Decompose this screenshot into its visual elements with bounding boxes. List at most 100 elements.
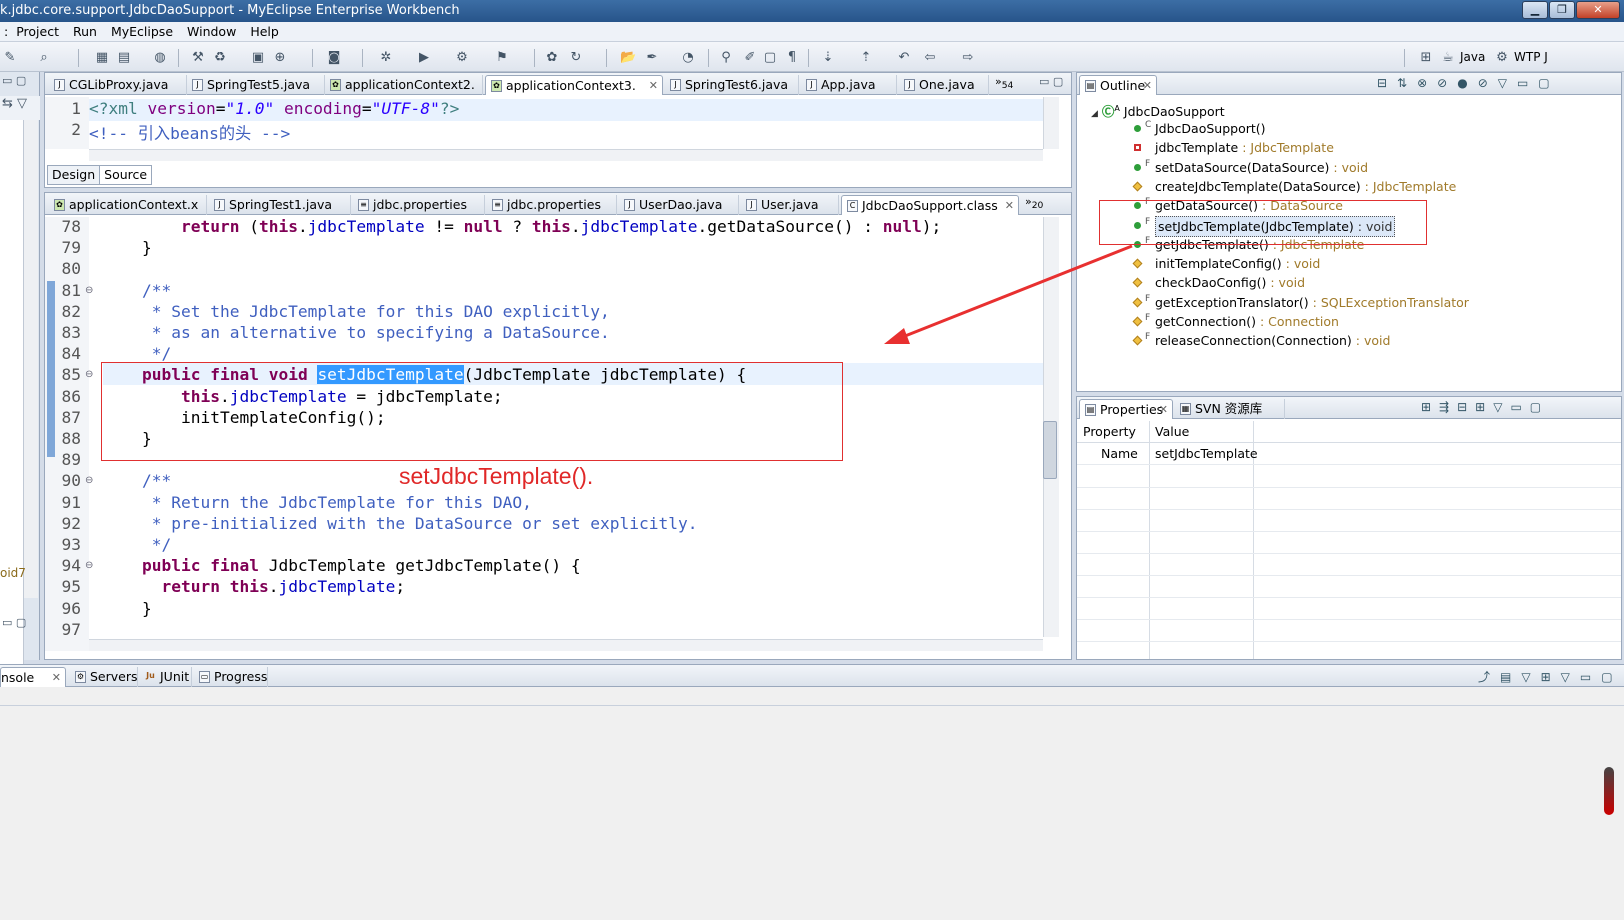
design-tab[interactable]: Design	[47, 165, 100, 185]
block-icon[interactable]: ▢	[762, 50, 778, 66]
left-scrollbar[interactable]	[24, 120, 38, 598]
menu-myeclipse[interactable]: MyEclipse	[111, 24, 173, 39]
server-icon[interactable]: ▤	[116, 50, 132, 66]
code-line[interactable]: return this.jdbcTemplate;	[103, 577, 405, 596]
toggle-icon[interactable]: ¶	[784, 50, 800, 66]
last-edit-icon[interactable]: ↶	[896, 50, 912, 66]
xml-vscroll[interactable]	[1043, 97, 1059, 149]
fold-toggle-icon[interactable]: ⊖	[85, 369, 93, 380]
tab-jdbc-properties-2[interactable]: ≡ jdbc.properties	[487, 195, 617, 215]
code-line[interactable]: /**	[103, 281, 171, 300]
tab-junit[interactable]: Ju JUnit	[140, 667, 192, 687]
code-line[interactable]: */	[103, 535, 172, 554]
refresh-icon[interactable]: ↻	[568, 50, 584, 66]
new-wizard-icon[interactable]: ✎	[2, 50, 18, 66]
perspective-wtp[interactable]: WTP J	[1514, 50, 1548, 64]
outline-item[interactable]: FsetDataSource(DataSource) : void	[1077, 158, 1607, 177]
restore-icon[interactable]: ▭ ▢	[2, 616, 38, 632]
fold-toggle-icon[interactable]: ⊖	[85, 560, 93, 571]
outline-item[interactable]: initTemplateConfig() : void	[1077, 254, 1607, 273]
code-line[interactable]: * Return the JdbcTemplate for this DAO,	[103, 493, 532, 512]
tab-progress[interactable]: ▭ Progress	[194, 667, 268, 687]
tab-cglibproxy[interactable]: J CGLibProxy.java	[49, 75, 187, 95]
outline-toolbar-icons[interactable]: ⊟⇅⊗⊘●⊘▽▭▢	[1377, 76, 1560, 90]
code-line[interactable]: return (this.jdbcTemplate != null ? this…	[103, 217, 941, 236]
tab-servers[interactable]: ⚙ Servers	[70, 667, 138, 687]
tab-overflow[interactable]: »20	[1025, 195, 1043, 211]
outline-item[interactable]: FgetExceptionTranslator() : SQLException…	[1077, 293, 1607, 312]
run-config-icon[interactable]: ⚙	[454, 50, 470, 66]
menu-run[interactable]: Run	[73, 24, 97, 39]
tab-app[interactable]: J App.java	[801, 75, 897, 95]
close-button[interactable]: ✕	[1576, 1, 1620, 19]
tab-applicationcontext[interactable]: ✿ applicationContext.x	[49, 195, 207, 215]
outline-item[interactable]: FgetConnection() : Connection	[1077, 312, 1607, 331]
back-icon[interactable]: ⇦	[922, 50, 938, 66]
wtp-perspective-icon[interactable]: ⚙	[1494, 50, 1510, 66]
prev-annotation-icon[interactable]: ⇡	[858, 50, 874, 66]
tab-svn[interactable]: ▦ SVN 资源库	[1175, 399, 1285, 419]
java-perspective-icon[interactable]: ☕	[1440, 50, 1456, 66]
close-outline-icon[interactable]: ✕	[1143, 76, 1152, 96]
tab-userdao[interactable]: J UserDao.java	[619, 195, 739, 215]
minimize-icon[interactable]: ▭ ▢	[2, 74, 38, 94]
menu-project[interactable]: Project	[16, 24, 59, 39]
forward-icon[interactable]: ⇨	[960, 50, 976, 66]
tab-one[interactable]: J One.java	[899, 75, 989, 95]
build-icon[interactable]: ⚒	[190, 50, 206, 66]
outline-item[interactable]: jdbcTemplate : JdbcTemplate	[1077, 138, 1607, 157]
xml-line-2[interactable]: <!-- 引入beans的头 -->	[89, 120, 290, 144]
menu-help[interactable]: Help	[250, 24, 279, 39]
xml-hscroll[interactable]	[89, 149, 1043, 161]
tab-console[interactable]: nsole ✕	[0, 667, 66, 687]
annotation-icon[interactable]: ⚲	[718, 50, 734, 66]
xml-line-1[interactable]: <?xml version="1.0" encoding="UTF-8"?>	[89, 99, 1049, 121]
outline-root[interactable]: ◢ ⒸA JdbcDaoSupport	[1091, 99, 1225, 119]
code-line[interactable]: * pre-initialized with the DataSource or…	[103, 514, 698, 533]
console-toolbar-icons[interactable]: ⤴▤▽⊞▽▭▢	[1478, 668, 1623, 685]
editor-min-max-icon[interactable]: ▭ ▢	[1039, 75, 1063, 88]
code-line[interactable]: }	[103, 238, 152, 257]
menu-window[interactable]: Window	[187, 24, 236, 39]
tab-jdbcdaosupport-class[interactable]: C JdbcDaoSupport.class ✕	[841, 195, 1019, 215]
next-annotation-icon[interactable]: ⇣	[820, 50, 836, 66]
run-icon[interactable]: ▶	[416, 50, 432, 66]
task-icon[interactable]: ◔	[680, 50, 696, 66]
close-tab-icon[interactable]: ✕	[1005, 196, 1014, 216]
search-icon[interactable]: ⌕	[36, 50, 52, 66]
external-tools-icon[interactable]: ⚑	[494, 50, 510, 66]
open-folder-icon[interactable]: 📂	[620, 50, 636, 66]
outline-item[interactable]: C JdbcDaoSupport()	[1077, 119, 1607, 138]
new-class-icon[interactable]: ▣	[250, 50, 266, 66]
fold-toggle-icon[interactable]: ⊖	[85, 475, 93, 486]
debug-icon[interactable]: ✲	[378, 50, 394, 66]
outline-item[interactable]: checkDaoConfig() : void	[1077, 273, 1607, 292]
java-vscroll-thumb[interactable]	[1043, 421, 1057, 479]
tab-applicationcontext2[interactable]: ✿ applicationContext2.	[325, 75, 483, 95]
java-hscroll[interactable]	[89, 639, 1043, 651]
package-icon[interactable]: ✿	[544, 50, 560, 66]
format-icon[interactable]: ✐	[742, 50, 758, 66]
tab-springtest5[interactable]: J SpringTest5.java	[187, 75, 325, 95]
source-tab[interactable]: Source	[99, 165, 153, 185]
maximize-button[interactable]: ❐	[1549, 1, 1575, 19]
tab-springtest6[interactable]: J SpringTest6.java	[665, 75, 799, 95]
open-perspective-icon[interactable]: ⊞	[1418, 50, 1434, 66]
camera-icon[interactable]: ◙	[326, 50, 342, 66]
properties-toolbar-icons[interactable]: ⊞⇶⊟⊞▽▭▢	[1421, 400, 1549, 414]
close-properties-icon[interactable]: ✕	[1159, 400, 1168, 420]
browser-icon[interactable]: ◍	[152, 50, 168, 66]
close-console-icon[interactable]: ✕	[52, 668, 61, 688]
tab-jdbc-properties-1[interactable]: ≡ jdbc.properties	[353, 195, 485, 215]
globe-icon[interactable]: ⊕	[272, 50, 288, 66]
fold-toggle-icon[interactable]: ⊖	[85, 285, 93, 296]
code-line[interactable]: public final JdbcTemplate getJdbcTemplat…	[103, 556, 581, 575]
code-line[interactable]: */	[103, 344, 172, 363]
close-tab-icon[interactable]: ✕	[649, 76, 658, 96]
clean-icon[interactable]: ♻	[212, 50, 228, 66]
code-line[interactable]: /**	[103, 471, 171, 490]
code-line[interactable]: * Set the JdbcTemplate for this DAO expl…	[103, 302, 610, 321]
tab-user[interactable]: J User.java	[741, 195, 839, 215]
code-line[interactable]: * as an alternative to specifying a Data…	[103, 323, 610, 342]
tab-outline[interactable]: ▤ Outline ✕	[1079, 75, 1157, 95]
